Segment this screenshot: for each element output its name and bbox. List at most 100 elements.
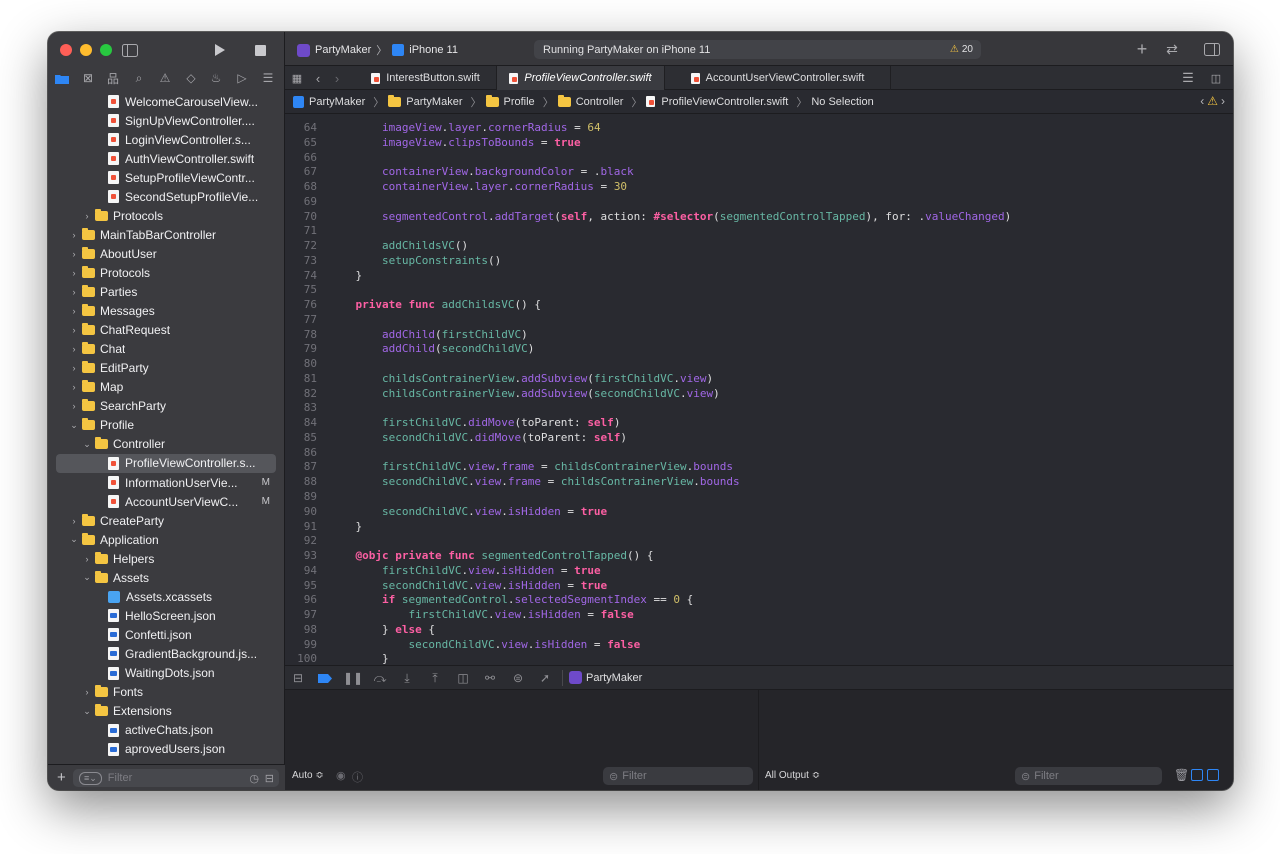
line-number[interactable]: 89 — [285, 489, 317, 504]
eye-icon[interactable]: ◉ — [336, 769, 346, 782]
navigator-item[interactable]: › Parties — [56, 283, 276, 302]
disclosure-closed-chevron-icon[interactable]: › — [69, 363, 79, 373]
navigator-item[interactable]: › Protocols — [56, 206, 276, 225]
line-number[interactable]: 80 — [285, 356, 317, 371]
debug-target[interactable]: PartyMaker — [569, 671, 642, 684]
navigator-item[interactable]: Assets.xcassets — [56, 587, 276, 606]
disclosure-closed-chevron-icon[interactable]: › — [69, 516, 79, 526]
console-filter-field[interactable]: ⊜ Filter — [1015, 767, 1162, 785]
breadcrumb-item[interactable]: 〉 ProfileViewController.swift — [627, 94, 788, 110]
source-control-filter-icon[interactable]: ⊟ — [265, 772, 274, 785]
navigator-item[interactable]: ProfileViewController.s... — [56, 453, 276, 473]
editor-options-lines-icon[interactable]: ☰ — [1179, 68, 1197, 88]
navigator-item[interactable]: SignUpViewController.... — [56, 111, 276, 130]
line-number[interactable]: 99 — [285, 637, 317, 652]
navigator-item[interactable]: Confetti.json — [56, 625, 276, 644]
forward-chevron-icon[interactable]: › — [331, 68, 343, 88]
disclosure-closed-chevron-icon[interactable]: › — [82, 687, 92, 697]
line-number[interactable]: 90 — [285, 504, 317, 519]
code-review-arrows-icon[interactable]: ⇄ — [1161, 39, 1183, 59]
disclosure-closed-chevron-icon[interactable]: › — [69, 401, 79, 411]
breadcrumb-item[interactable]: 〉 PartyMaker — [369, 94, 463, 110]
navigator-item[interactable]: GradientBackground.js... — [56, 644, 276, 663]
line-number[interactable]: 70 — [285, 209, 317, 224]
sidebar-toggle-icon[interactable] — [121, 40, 139, 60]
filter-options-icon[interactable]: ≡⌄ — [79, 771, 102, 785]
info-icon[interactable]: ⓘ — [352, 769, 363, 785]
add-file-plus-icon[interactable]: + — [57, 769, 66, 786]
navigator-item[interactable]: ⌄ Extensions — [56, 702, 276, 721]
line-number[interactable]: 69 — [285, 194, 317, 209]
memory-graph-icon[interactable]: ⚯ — [481, 670, 499, 686]
navigator-item[interactable]: › Protocols — [56, 263, 276, 282]
related-items-grid-icon[interactable]: ▦ — [289, 68, 305, 88]
disclosure-closed-chevron-icon[interactable]: › — [69, 249, 79, 259]
zoom-window-button[interactable] — [100, 44, 112, 56]
navigator-item[interactable]: InformationUserVie... M — [56, 473, 276, 492]
stop-button[interactable] — [251, 40, 269, 60]
line-number[interactable]: 79 — [285, 341, 317, 356]
disclosure-closed-chevron-icon[interactable]: › — [82, 554, 92, 564]
step-over-icon[interactable]: ⤼ — [371, 670, 389, 686]
debug-navigator-spray-icon[interactable]: ♨ — [207, 68, 225, 88]
disclosure-closed-chevron-icon[interactable]: › — [69, 287, 79, 297]
editor-tab[interactable]: InterestButton.swift — [355, 66, 497, 90]
run-button[interactable] — [211, 40, 229, 60]
navigator-item[interactable]: SecondSetupProfileVie... — [56, 187, 276, 206]
breakpoints-toggle-icon[interactable] — [316, 670, 334, 686]
line-number[interactable]: 77 — [285, 312, 317, 327]
line-number[interactable]: 78 — [285, 327, 317, 342]
symbol-navigator-icon[interactable]: 品 — [104, 68, 122, 88]
trash-icon[interactable]: 🗑 — [1174, 768, 1189, 782]
minimize-window-button[interactable] — [80, 44, 92, 56]
editor-tab[interactable]: AccountUserViewController.swift — [665, 66, 891, 90]
show-variables-view-icon[interactable] — [1191, 769, 1203, 781]
report-navigator-list-icon[interactable]: ☰ — [259, 68, 277, 88]
line-number[interactable]: 87 — [285, 459, 317, 474]
disclosure-closed-chevron-icon[interactable]: › — [69, 306, 79, 316]
library-plus-icon[interactable]: + — [1133, 39, 1151, 59]
variables-filter-field[interactable]: ⊜ Filter — [603, 767, 753, 785]
navigator-item[interactable]: › AboutUser — [56, 244, 276, 263]
navigator-item[interactable]: LoginViewController.s... — [56, 130, 276, 149]
navigator-item[interactable]: ⌄ Assets — [56, 568, 276, 587]
hide-debug-area-icon[interactable]: ⊟ — [289, 670, 307, 686]
line-number[interactable]: 73 — [285, 253, 317, 268]
issue-navigator-warning-icon[interactable]: ⚠ — [156, 68, 174, 88]
line-number[interactable]: 67 — [285, 164, 317, 179]
find-navigator-search-icon[interactable]: ⌕ — [130, 68, 148, 88]
line-number[interactable]: 66 — [285, 150, 317, 165]
navigator-item[interactable]: SetupProfileViewContr... — [56, 168, 276, 187]
step-into-icon[interactable]: ⤓ — [398, 670, 416, 686]
line-number[interactable]: 75 — [285, 282, 317, 297]
inspector-toggle-icon[interactable] — [1202, 39, 1222, 59]
navigator-item[interactable]: HelloScreen.json — [56, 606, 276, 625]
editor-tab[interactable]: ProfileViewController.swift — [497, 66, 665, 90]
navigator-item[interactable]: aprovedUsers.json — [56, 740, 276, 759]
line-number[interactable]: 97 — [285, 607, 317, 622]
navigator-item[interactable]: › Map — [56, 378, 276, 397]
navigator-item[interactable]: › Chat — [56, 340, 276, 359]
breadcrumb-item[interactable]: 〉 No Selection — [792, 94, 873, 110]
previous-issue-chevron-icon[interactable]: ‹ — [1200, 94, 1204, 108]
navigator-item[interactable]: WelcomeCarouselView... — [56, 92, 276, 111]
disclosure-closed-chevron-icon[interactable]: › — [69, 382, 79, 392]
line-number[interactable]: 76 — [285, 297, 317, 312]
navigator-item[interactable]: ⌄ Controller — [56, 435, 276, 454]
disclosure-open-chevron-icon[interactable]: ⌄ — [82, 439, 92, 450]
disclosure-closed-chevron-icon[interactable]: › — [69, 268, 79, 278]
disclosure-closed-chevron-icon[interactable]: › — [69, 344, 79, 354]
navigator-item[interactable]: › EditParty — [56, 359, 276, 378]
disclosure-closed-chevron-icon[interactable]: › — [82, 211, 92, 221]
navigator-item[interactable]: › ChatRequest — [56, 321, 276, 340]
navigator-item[interactable]: › CreateParty — [56, 511, 276, 530]
line-number[interactable]: 64 — [285, 120, 317, 135]
breadcrumb-item[interactable]: 〉 Profile — [467, 94, 535, 110]
navigator-item[interactable]: ⌄ Profile — [56, 416, 276, 435]
navigator-item[interactable]: activeChats.json — [56, 721, 276, 740]
line-number[interactable]: 83 — [285, 400, 317, 415]
navigator-item[interactable]: › MainTabBarController — [56, 225, 276, 244]
navigator-item[interactable]: ⌄ Application — [56, 530, 276, 549]
close-window-button[interactable] — [60, 44, 72, 56]
breadcrumb-item[interactable]: 〉 Controller — [539, 94, 623, 110]
